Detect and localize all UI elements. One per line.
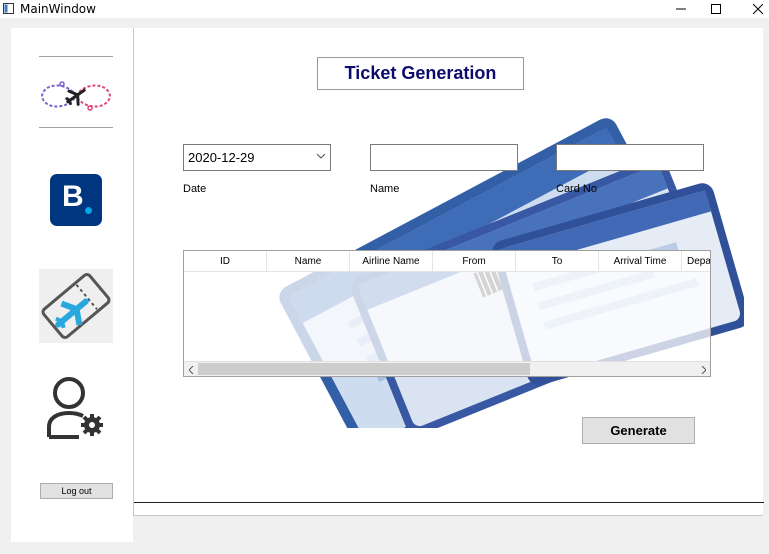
column-header-id[interactable]: ID: [184, 251, 267, 272]
ticket-generation-panel: Ticket Generation 2020-12-29 Date Name C…: [133, 28, 764, 516]
minimize-icon: [676, 8, 686, 10]
column-header-from[interactable]: From: [433, 251, 516, 272]
date-label: Date: [183, 183, 207, 195]
booking-logo-dot: [85, 207, 92, 214]
bottom-divider: [134, 502, 764, 503]
minimize-button[interactable]: [661, 0, 701, 18]
flights-table[interactable]: ID Name Airline Name From To Arrival Tim…: [183, 250, 711, 377]
maximize-icon: [711, 4, 721, 14]
user-gear-icon: [47, 377, 103, 439]
sidebar: B Log out: [11, 28, 133, 542]
column-header-name[interactable]: Name: [267, 251, 350, 272]
title-bar: MainWindow: [0, 0, 769, 18]
scrollbar-thumb[interactable]: [198, 363, 530, 375]
travel-logo-icon: [40, 81, 112, 111]
card-number-input[interactable]: [556, 144, 704, 171]
plane-ticket-icon: [41, 273, 111, 339]
column-header-airline-name[interactable]: Airline Name: [350, 251, 433, 272]
user-settings-button[interactable]: [45, 375, 107, 441]
sidebar-divider-top: [39, 56, 113, 57]
chevron-left-icon: [188, 365, 193, 374]
page-title-box: Ticket Generation: [317, 57, 524, 90]
horizontal-scrollbar[interactable]: [184, 361, 710, 376]
scroll-left-button[interactable]: [186, 364, 196, 375]
sidebar-divider-bottom: [39, 127, 113, 128]
ticket-button[interactable]: [39, 269, 113, 343]
scroll-right-button[interactable]: [698, 364, 708, 375]
date-value: 2020-12-29: [188, 150, 255, 165]
close-icon: [753, 4, 763, 14]
booking-button[interactable]: B: [50, 174, 102, 226]
column-header-departure[interactable]: Depa: [682, 251, 710, 272]
column-header-arrival-time[interactable]: Arrival Time: [599, 251, 682, 272]
window-title: MainWindow: [20, 2, 96, 16]
app-icon: [3, 3, 14, 14]
card-number-label: Card No: [556, 183, 597, 195]
column-header-to[interactable]: To: [516, 251, 599, 272]
table-header: ID Name Airline Name From To Arrival Tim…: [184, 251, 710, 272]
maximize-button[interactable]: [696, 0, 736, 18]
name-input[interactable]: [370, 144, 518, 171]
page-title: Ticket Generation: [344, 63, 497, 83]
close-button[interactable]: [738, 0, 769, 18]
name-label: Name: [370, 183, 400, 195]
chevron-down-icon: [317, 153, 325, 159]
date-combobox[interactable]: 2020-12-29: [183, 144, 331, 171]
booking-logo-letter: B: [62, 180, 84, 213]
chevron-right-icon: [701, 365, 706, 374]
logout-button[interactable]: Log out: [40, 483, 113, 499]
generate-button[interactable]: Generate: [582, 417, 695, 444]
main-window: MainWindow B Log out Ticket Generation 2…: [0, 0, 769, 554]
